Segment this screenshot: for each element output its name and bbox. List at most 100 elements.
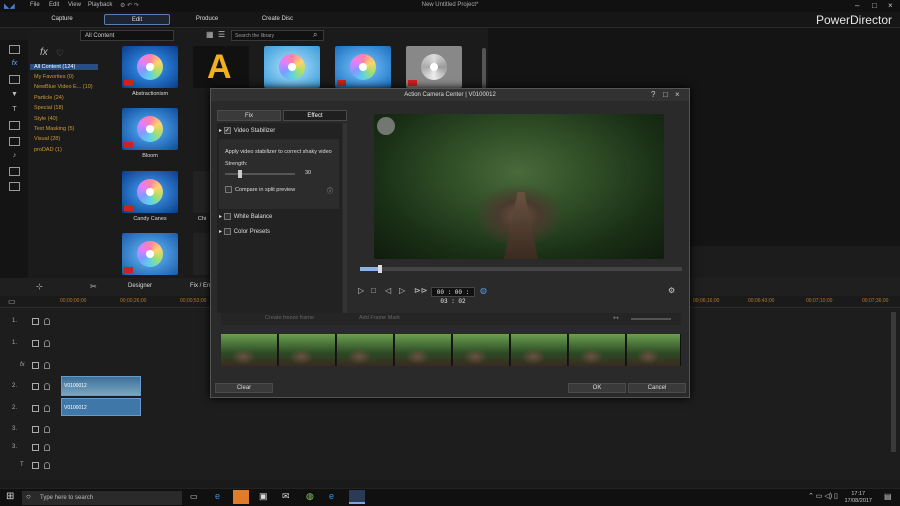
effect-thumbnail[interactable] bbox=[406, 46, 462, 88]
fast-forward-icon[interactable]: ⊳⊳ bbox=[414, 286, 427, 295]
transition-room-icon[interactable] bbox=[9, 121, 20, 130]
previous-frame-icon[interactable]: ◁ bbox=[385, 286, 391, 295]
system-tray-icons[interactable]: ⌃ ▭ ◁) ▯ bbox=[808, 492, 838, 500]
voice-over-icon[interactable]: ♪ bbox=[9, 152, 20, 161]
effect-thumbnail[interactable] bbox=[193, 233, 209, 275]
360-view-icon[interactable]: ◍ bbox=[480, 286, 487, 295]
track-enable-checkbox[interactable] bbox=[32, 383, 39, 390]
track-enable-checkbox[interactable] bbox=[32, 444, 39, 451]
notifications-icon[interactable]: ▤ bbox=[884, 492, 892, 501]
track-manager-icon[interactable]: ⊹ bbox=[36, 282, 43, 291]
library-scrollbar[interactable] bbox=[482, 48, 486, 92]
store-icon[interactable]: ▣ bbox=[259, 491, 268, 502]
fit-timeline-icon[interactable]: ⇿ bbox=[613, 314, 619, 322]
taskbar-clock[interactable]: 17:17 17/08/2017 bbox=[844, 491, 872, 505]
video-clip[interactable]: V0100012 bbox=[61, 376, 141, 396]
lock-icon[interactable] bbox=[44, 383, 50, 390]
color-presets-row[interactable]: ▸ Color Presets bbox=[219, 228, 339, 235]
clear-button[interactable]: Clear bbox=[215, 383, 273, 393]
help-icon[interactable]: ? bbox=[651, 89, 655, 101]
close-icon[interactable]: × bbox=[675, 89, 680, 101]
tab-capture[interactable]: Capture bbox=[40, 14, 84, 25]
category-item[interactable]: Special (18) bbox=[34, 105, 63, 111]
tab-produce[interactable]: Produce bbox=[186, 14, 228, 25]
play-icon[interactable]: ▷ bbox=[358, 286, 364, 295]
filmstrip[interactable] bbox=[221, 334, 681, 366]
list-view-icon[interactable]: ☰ bbox=[218, 30, 225, 39]
track-enable-checkbox[interactable] bbox=[32, 426, 39, 433]
track-enable-checkbox[interactable] bbox=[32, 362, 39, 369]
track-enable-checkbox[interactable] bbox=[32, 405, 39, 412]
compare-split-row[interactable]: Compare in split preview bbox=[225, 186, 295, 193]
fix-enhance-button[interactable]: Fix / En bbox=[190, 283, 210, 289]
category-item[interactable]: Visual (28) bbox=[34, 136, 60, 142]
lock-icon[interactable] bbox=[44, 318, 50, 325]
internet-explorer-icon[interactable]: e bbox=[329, 491, 334, 501]
track-enable-checkbox[interactable] bbox=[32, 462, 39, 469]
audio-mixing-icon[interactable] bbox=[9, 137, 20, 146]
effect-thumbnail[interactable] bbox=[264, 46, 320, 88]
powerdirector-taskbar-icon[interactable] bbox=[349, 490, 365, 504]
particle-room-icon[interactable]: ▼ bbox=[9, 91, 20, 100]
effect-thumbnail[interactable]: A bbox=[193, 46, 249, 88]
category-item[interactable]: All Content (124) bbox=[30, 64, 98, 70]
tab-fix[interactable]: Fix bbox=[217, 110, 281, 121]
file-explorer-icon[interactable] bbox=[233, 490, 249, 504]
fx-room-icon[interactable]: fx bbox=[9, 60, 20, 69]
tab-effect[interactable]: Effect bbox=[283, 110, 347, 121]
effect-thumbnail[interactable] bbox=[122, 108, 178, 150]
close-icon[interactable]: × bbox=[888, 1, 893, 10]
next-frame-icon[interactable]: ▷ bbox=[399, 286, 405, 295]
effect-thumbnail[interactable] bbox=[122, 233, 178, 275]
maximize-icon[interactable]: □ bbox=[663, 89, 668, 101]
slider-handle[interactable] bbox=[238, 170, 242, 178]
lock-icon[interactable] bbox=[44, 362, 50, 369]
add-frame-mark-button[interactable]: Add Frame Mark bbox=[359, 315, 400, 321]
category-item[interactable]: Text Masking (5) bbox=[34, 126, 74, 132]
lock-icon[interactable] bbox=[44, 405, 50, 412]
lock-icon[interactable] bbox=[44, 426, 50, 433]
favorite-icon[interactable]: ♡ bbox=[56, 48, 64, 59]
maximize-icon[interactable]: □ bbox=[872, 1, 877, 10]
category-item[interactable]: proDAD (1) bbox=[34, 147, 62, 153]
minimize-icon[interactable]: – bbox=[855, 1, 859, 10]
scrub-handle[interactable] bbox=[378, 265, 382, 273]
white-balance-checkbox[interactable] bbox=[223, 213, 231, 220]
timeline-scrollbar[interactable] bbox=[891, 312, 896, 452]
strength-slider[interactable] bbox=[225, 170, 295, 178]
effect-thumbnail[interactable] bbox=[193, 171, 209, 213]
task-view-icon[interactable]: ▭ bbox=[190, 492, 198, 501]
category-item[interactable]: Style (40) bbox=[34, 116, 58, 122]
edge-icon[interactable]: e bbox=[215, 491, 220, 501]
pip-room-icon[interactable] bbox=[9, 75, 20, 84]
category-item[interactable]: NewBlue Video E... (10) bbox=[34, 84, 93, 90]
tab-create-disc[interactable]: Create Disc bbox=[255, 14, 300, 25]
windows-start-icon[interactable]: ⊞ bbox=[6, 491, 14, 502]
lock-icon[interactable] bbox=[44, 340, 50, 347]
color-presets-checkbox[interactable] bbox=[223, 228, 231, 235]
app-icon[interactable]: ◍ bbox=[306, 491, 314, 502]
subtitle-room-icon[interactable] bbox=[9, 182, 20, 191]
settings-gear-icon[interactable]: ⚙ bbox=[668, 286, 675, 295]
white-balance-row[interactable]: ▸ White Balance bbox=[219, 213, 339, 220]
video-stabilizer-row[interactable]: ▸ ✓ Video Stabilizer bbox=[219, 127, 339, 134]
mail-icon[interactable]: ✉ bbox=[282, 491, 290, 502]
panel-scrollbar[interactable] bbox=[343, 123, 347, 313]
stop-icon[interactable]: □ bbox=[371, 286, 376, 295]
effect-thumbnail[interactable] bbox=[335, 46, 391, 88]
compare-checkbox[interactable] bbox=[225, 186, 232, 193]
tab-edit[interactable]: Edit bbox=[104, 14, 170, 25]
audio-clip[interactable]: V0100012 bbox=[61, 398, 141, 416]
search-icon[interactable]: ⌕ bbox=[313, 30, 317, 40]
zoom-slider[interactable] bbox=[631, 318, 671, 320]
ok-button[interactable]: OK bbox=[568, 383, 626, 393]
taskbar-search-input[interactable]: Type here to search bbox=[22, 491, 182, 505]
library-filter-select[interactable]: All Content bbox=[80, 30, 174, 41]
video-stabilizer-checkbox[interactable]: ✓ bbox=[223, 127, 231, 134]
category-item[interactable]: Particle (24) bbox=[34, 95, 64, 101]
playback-scrubber[interactable] bbox=[360, 265, 682, 273]
library-search-input[interactable]: Search the library bbox=[231, 30, 324, 41]
timeline-view-icon[interactable]: ▭ bbox=[8, 297, 16, 306]
category-item[interactable]: My Favorites (0) bbox=[34, 74, 74, 80]
effect-thumbnail[interactable] bbox=[122, 171, 178, 213]
